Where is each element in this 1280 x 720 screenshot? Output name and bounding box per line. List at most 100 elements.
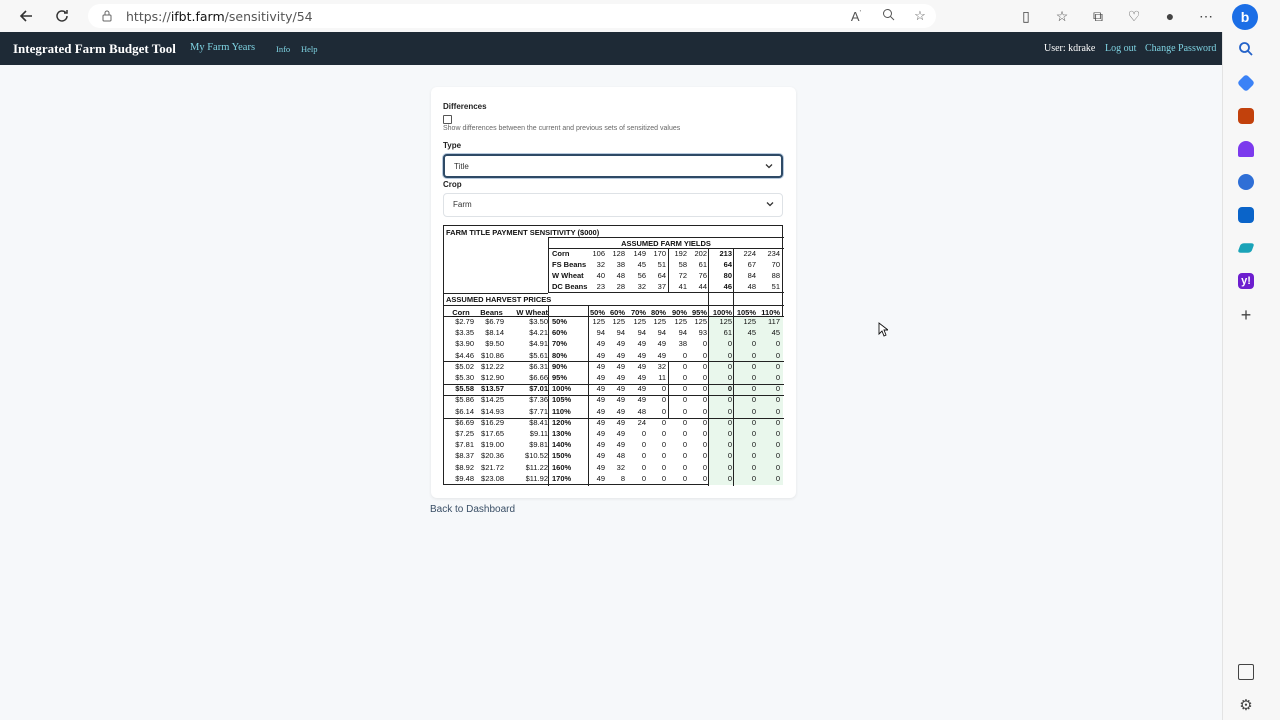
nav-info[interactable]: Info (276, 44, 290, 54)
crop-label: Crop (443, 180, 462, 189)
change-password-link[interactable]: Change Password (1145, 43, 1216, 54)
yield-value: 61 (698, 260, 707, 269)
search-icon[interactable] (1238, 41, 1254, 57)
yield-value: 51 (657, 260, 666, 269)
yield-value: 48 (616, 271, 625, 280)
yield-value: 224 (743, 249, 756, 258)
payment-value: 0 (727, 417, 732, 427)
yield-pct-header: 110% (761, 308, 780, 317)
yield-pct-header: 95% (691, 308, 707, 317)
payment-value: 0 (751, 373, 756, 382)
crop-select[interactable]: Farm (443, 193, 783, 217)
payment-value: 32 (657, 361, 666, 371)
logout-link[interactable]: Log out (1105, 43, 1136, 54)
brand-title[interactable]: Integrated Farm Budget Tool (13, 41, 176, 57)
payment-value: 11 (658, 373, 666, 382)
payment-value: 0 (682, 350, 687, 360)
zoom-icon[interactable] (878, 8, 898, 24)
add-icon[interactable]: + (1238, 306, 1254, 324)
yield-value: 38 (616, 260, 625, 269)
price-pct-label: 170% (552, 473, 572, 483)
payment-value: 0 (661, 462, 666, 472)
tools-icon[interactable] (1238, 108, 1254, 124)
price-corn: $7.25 (455, 429, 474, 438)
price-wheat: $4.21 (529, 328, 548, 338)
payment-value: 0 (751, 451, 756, 461)
price-wheat: $3.50 (529, 317, 548, 326)
payment-value: 125 (653, 317, 666, 326)
send-icon[interactable] (1237, 243, 1255, 253)
price-pct-label: 100% (552, 384, 572, 394)
payment-value: 0 (702, 373, 707, 382)
differences-checkbox[interactable] (443, 115, 452, 124)
back-to-dashboard-link[interactable]: Back to Dashboard (430, 504, 515, 515)
outlook-icon[interactable] (1238, 207, 1254, 223)
split-screen-icon[interactable]: ▯ (1008, 8, 1044, 25)
sensitivity-table: FARM TITLE PAYMENT SENSITIVITY ($000) AS… (443, 225, 784, 486)
payment-value: 49 (637, 339, 646, 349)
collections-icon[interactable]: ⧉ (1080, 8, 1116, 25)
price-corn: $3.90 (455, 339, 474, 349)
payment-value: 49 (616, 339, 625, 349)
yield-value: 88 (771, 271, 780, 280)
more-options-icon[interactable]: ⋯ (1188, 8, 1224, 25)
price-pct-label: 110% (552, 406, 571, 416)
payment-value: 45 (747, 328, 756, 338)
payment-value: 0 (702, 350, 707, 360)
browser-essentials-icon[interactable]: ♡ (1116, 8, 1152, 25)
payment-value: 0 (661, 451, 666, 461)
payment-value: 0 (702, 361, 707, 371)
yield-value: 234 (767, 249, 780, 258)
office-icon[interactable] (1238, 174, 1254, 190)
price-beans: $16.29 (481, 417, 504, 427)
price-corn: $5.58 (455, 384, 474, 394)
payment-value: 125 (633, 317, 646, 326)
yield-value: 202 (694, 249, 707, 258)
address-bar[interactable]: https://ifbt.farm/sensitivity/54 Aʼ ☆ (88, 4, 936, 28)
type-select[interactable]: Title (443, 154, 783, 178)
mouse-cursor-icon (878, 322, 888, 337)
price-corn: $6.14 (455, 406, 474, 416)
sidebar-toggle-icon[interactable] (1238, 664, 1254, 680)
price-wheat: $7.71 (529, 406, 548, 416)
payment-value: 0 (682, 462, 687, 472)
payment-value: 0 (702, 429, 707, 438)
back-arrow-icon[interactable] (13, 3, 39, 29)
payment-value: 0 (682, 440, 687, 450)
nav-help[interactable]: Help (301, 44, 318, 54)
yield-value: 48 (747, 282, 756, 291)
price-pct-label: 160% (552, 462, 572, 472)
settings-gear-icon[interactable]: ⚙ (1238, 698, 1254, 714)
price-wheat: $9.81 (529, 440, 548, 450)
nav-my-farm-years[interactable]: My Farm Years (190, 42, 255, 53)
yield-value: 84 (747, 271, 756, 280)
price-corn: $2.79 (455, 317, 474, 326)
favorite-star-icon[interactable]: ☆ (910, 8, 930, 24)
payment-value: 49 (596, 384, 605, 394)
copilot-icon[interactable]: b (1232, 4, 1258, 30)
profile-icon[interactable]: ● (1152, 8, 1188, 24)
refresh-icon[interactable] (49, 3, 75, 29)
payment-value: 0 (641, 473, 646, 483)
payment-value: 0 (775, 473, 780, 483)
payment-value: 0 (661, 440, 666, 450)
grid-line (548, 237, 784, 238)
yield-value: 40 (596, 271, 605, 280)
price-wheat: $6.31 (529, 361, 548, 371)
payment-value: 0 (702, 462, 707, 472)
games-icon[interactable] (1238, 141, 1254, 157)
payment-value: 0 (775, 451, 780, 461)
favorites-icon[interactable]: ☆ (1044, 8, 1080, 25)
read-aloud-icon[interactable]: Aʼ (846, 9, 866, 24)
payment-value: 0 (775, 395, 780, 405)
price-beans: $17.65 (481, 429, 504, 438)
price-wheat: $4.91 (529, 339, 548, 349)
payment-value: 0 (751, 384, 756, 394)
payment-value: 0 (682, 395, 687, 405)
shopping-tag-icon[interactable] (1236, 73, 1256, 93)
payment-value: 0 (661, 417, 666, 427)
price-beans: $14.93 (481, 406, 504, 416)
prices-header: ASSUMED HARVEST PRICES (446, 295, 552, 304)
payment-value: 94 (596, 328, 605, 338)
yahoo-icon[interactable]: y! (1238, 273, 1254, 289)
